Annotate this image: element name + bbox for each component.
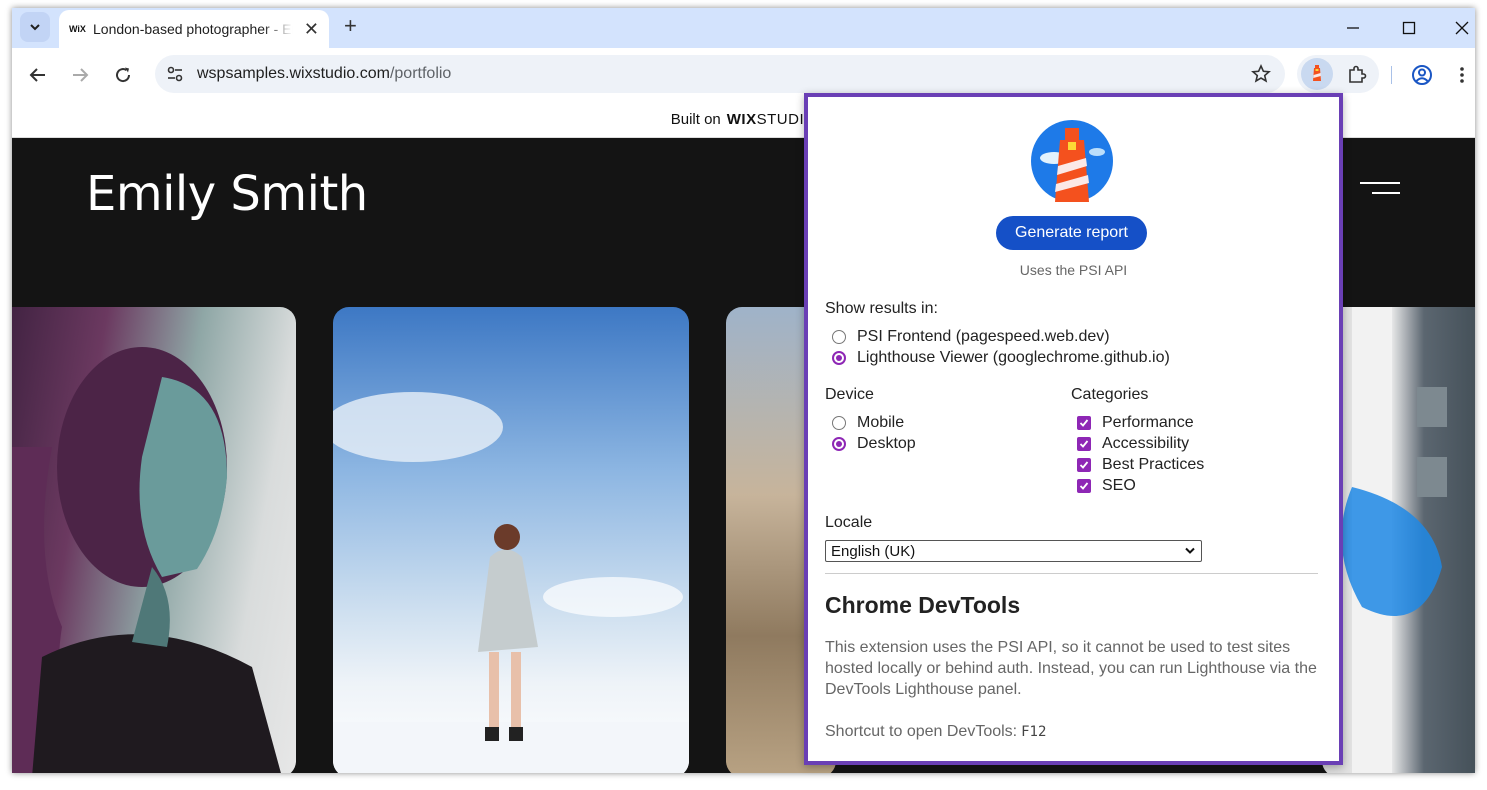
device-option-label: Desktop xyxy=(857,435,916,452)
minimize-icon xyxy=(1347,27,1359,29)
show-results-label: Show results in: xyxy=(825,300,938,317)
site-title[interactable]: Emily Smith xyxy=(86,166,368,222)
reload-icon xyxy=(116,67,131,83)
tune-icon xyxy=(167,66,183,82)
browser-menu-button[interactable] xyxy=(1452,61,1472,89)
new-tab-button[interactable]: + xyxy=(344,13,357,39)
extension-group xyxy=(1297,55,1379,93)
sky-illustration xyxy=(333,392,689,773)
section-divider xyxy=(825,573,1318,574)
checkbox-performance[interactable] xyxy=(1077,416,1091,430)
maximize-icon xyxy=(1402,21,1416,35)
check-icon xyxy=(1079,461,1089,469)
tab-strip: WiX London-based photographer - Emily Sm… xyxy=(12,8,1475,48)
url-path: /portfolio xyxy=(389,65,452,82)
locale-value: English (UK) xyxy=(831,542,916,560)
chevron-down-icon xyxy=(30,24,40,31)
device-option-mobile[interactable]: Mobile xyxy=(832,413,904,433)
shortcut-text: Shortcut to open DevTools: xyxy=(825,723,1018,740)
portrait-illustration xyxy=(12,347,281,773)
portfolio-photo-sky[interactable] xyxy=(333,307,689,773)
url-text[interactable]: wspsamples.wixstudio.com/portfolio xyxy=(197,65,451,83)
architecture-illustration xyxy=(1341,307,1447,773)
devtools-shortcut: Shortcut to open DevTools: F12 xyxy=(825,723,1046,741)
more-vert-icon xyxy=(1460,67,1464,83)
lighthouse-logo-icon xyxy=(1031,120,1113,202)
category-performance[interactable]: Performance xyxy=(1077,413,1194,433)
radio-mobile[interactable] xyxy=(832,416,846,430)
wix-favicon-icon: WiX xyxy=(69,24,86,34)
close-icon xyxy=(1455,21,1469,35)
forward-button[interactable] xyxy=(66,61,94,89)
puzzle-icon xyxy=(1349,65,1367,83)
shortcut-key: F12 xyxy=(1021,724,1047,740)
category-label: Accessibility xyxy=(1102,435,1190,452)
check-icon xyxy=(1079,419,1089,427)
portfolio-photo-architecture[interactable] xyxy=(1322,307,1475,773)
category-label: SEO xyxy=(1102,477,1136,494)
hamburger-menu-icon[interactable] xyxy=(1360,182,1400,200)
psi-api-note: Uses the PSI API xyxy=(1019,262,1128,278)
checkbox-accessibility[interactable] xyxy=(1077,437,1091,451)
tab-search-button[interactable] xyxy=(20,12,50,42)
wix-banner-text: Built on xyxy=(670,111,721,128)
lighthouse-icon xyxy=(1313,65,1321,81)
tab-active[interactable]: WiX London-based photographer - Emily Sm… xyxy=(59,10,329,48)
chevron-down-icon xyxy=(1185,547,1195,554)
profile-button[interactable] xyxy=(1408,61,1436,89)
arrow-left-icon xyxy=(29,68,45,82)
category-accessibility[interactable]: Accessibility xyxy=(1077,434,1189,454)
results-option-label: Lighthouse Viewer (googlechrome.github.i… xyxy=(857,349,1170,366)
minimize-button[interactable] xyxy=(1330,14,1376,42)
category-best-practices[interactable]: Best Practices xyxy=(1077,455,1204,475)
reload-button[interactable] xyxy=(109,61,137,89)
tab-close-icon[interactable]: ✕ xyxy=(304,20,319,38)
toolbar-separator xyxy=(1391,66,1392,84)
locale-select[interactable]: English (UK) xyxy=(825,540,1202,562)
arrow-right-icon xyxy=(73,68,89,82)
radio-desktop[interactable] xyxy=(832,437,846,451)
device-label: Device xyxy=(825,386,874,403)
maximize-button[interactable] xyxy=(1386,14,1432,42)
device-option-label: Mobile xyxy=(857,414,905,431)
site-info-button[interactable] xyxy=(161,60,189,88)
categories-label: Categories xyxy=(1071,386,1149,403)
check-icon xyxy=(1079,440,1089,448)
lighthouse-extension-button[interactable] xyxy=(1301,58,1333,90)
close-window-button[interactable] xyxy=(1439,14,1475,42)
tab-title: London-based photographer - Emily Smith xyxy=(93,21,293,37)
results-option-psi[interactable]: PSI Frontend (pagespeed.web.dev) xyxy=(832,327,1110,347)
category-label: Performance xyxy=(1102,414,1194,431)
url-host: wspsamples.wixstudio.com xyxy=(197,65,390,82)
category-label: Best Practices xyxy=(1102,456,1205,473)
radio-psi-frontend[interactable] xyxy=(832,330,846,344)
generate-report-button[interactable]: Generate report xyxy=(996,216,1147,250)
locale-label: Locale xyxy=(825,514,873,531)
back-button[interactable] xyxy=(24,61,52,89)
results-option-label: PSI Frontend (pagespeed.web.dev) xyxy=(857,328,1110,345)
radio-lighthouse-viewer[interactable] xyxy=(832,351,846,365)
bookmark-star-icon[interactable] xyxy=(1251,64,1271,84)
results-option-viewer[interactable]: Lighthouse Viewer (googlechrome.github.i… xyxy=(832,348,1170,368)
category-seo[interactable]: SEO xyxy=(1077,476,1136,496)
devtools-heading: Chrome DevTools xyxy=(825,592,1021,618)
devtools-description: This extension uses the PSI API, so it c… xyxy=(825,639,1317,698)
checkbox-best-practices[interactable] xyxy=(1077,458,1091,472)
profile-icon xyxy=(1412,65,1432,85)
extensions-button[interactable] xyxy=(1343,60,1371,88)
checkbox-seo[interactable] xyxy=(1077,479,1091,493)
device-option-desktop[interactable]: Desktop xyxy=(832,434,916,454)
wix-logo-text: WIX xyxy=(726,111,757,128)
lighthouse-popup: Generate report Uses the PSI API Show re… xyxy=(804,93,1343,765)
check-icon xyxy=(1079,482,1089,490)
portfolio-photo-portrait[interactable] xyxy=(12,307,296,773)
address-bar[interactable]: wspsamples.wixstudio.com/portfolio xyxy=(155,55,1285,93)
